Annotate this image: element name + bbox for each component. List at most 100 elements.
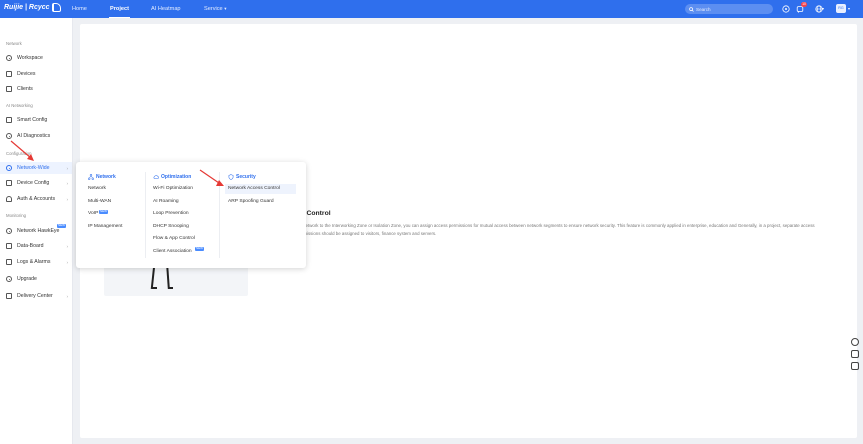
logs-alarms-icon [6, 259, 12, 265]
sidebar-item-logs-alarms[interactable]: Logs & Alarms › [0, 256, 72, 268]
edit-icon[interactable] [851, 350, 859, 358]
new-badge: NEW [57, 223, 66, 228]
menu-item-voip[interactable]: VoIP [88, 209, 98, 219]
sidebar-item-label: Device Config [17, 180, 50, 186]
sidebar-item-network-wide[interactable]: Network-Wide › [0, 162, 72, 174]
chevron-right-icon: › [66, 293, 69, 299]
sidebar-item-workspace[interactable]: Workspace [0, 52, 72, 64]
hawkeye-icon [6, 228, 12, 234]
sidebar-item-label: Devices [17, 71, 36, 77]
section-network: Network [6, 41, 22, 46]
document-icon[interactable] [851, 362, 859, 370]
user-avatar[interactable]: RG [836, 4, 846, 13]
sidebar-item-upgrade[interactable]: Upgrade [0, 273, 72, 285]
menu-item-dhcp-snooping[interactable]: DHCP Snooping [153, 222, 189, 232]
sidebar-item-label: Logs & Alarms [17, 259, 51, 265]
devices-icon [6, 71, 12, 77]
brand-logo[interactable]: Ruijie | Rcycc [4, 3, 61, 12]
illustration-figure [168, 287, 173, 289]
sidebar-item-label: Data-Board [17, 243, 44, 249]
nav-service-label: Service [204, 6, 223, 12]
sidebar-item-devices[interactable]: Devices [0, 68, 72, 80]
notification-count-badge: 10 [801, 2, 807, 7]
network-wide-icon [6, 165, 12, 171]
section-configuration: Configuration [6, 151, 32, 156]
menu-heading-label: Optimization [161, 174, 192, 180]
sidebar-item-ai-diagnostics[interactable]: AI Diagnostics [0, 130, 72, 142]
chat-icon[interactable] [851, 338, 859, 346]
network-wide-flyout-menu: Network Network Multi-WAN VoIP NEW IP Ma… [76, 162, 306, 268]
help-icon[interactable] [781, 4, 791, 14]
nav-ai-heatmap[interactable]: AI Heatmap [151, 0, 181, 18]
menu-item-flow-app-control[interactable]: Flow & App Control [153, 234, 195, 244]
upgrade-icon [6, 276, 12, 282]
sidebar-item-label: Clients [17, 86, 33, 92]
menu-heading-label: Security [236, 174, 256, 180]
nav-project[interactable]: Project [109, 0, 130, 18]
menu-column-divider [145, 172, 146, 258]
menu-item-network[interactable]: Network [88, 184, 106, 194]
menu-item-loop-prevention[interactable]: Loop Prevention [153, 209, 189, 219]
menu-item-multi-wan[interactable]: Multi-WAN [88, 197, 111, 207]
menu-item-network-access-control[interactable]: Network Access Control [225, 184, 296, 194]
global-search[interactable] [685, 4, 773, 14]
top-navigation-bar: Ruijie | Rcycc Home Project AI Heatmap S… [0, 0, 863, 18]
chevron-down-icon: ▾ [822, 6, 825, 11]
feature-description: ge network to the Interworking Zone or I… [297, 223, 815, 236]
sidebar-item-label: Workspace [17, 55, 43, 61]
clients-icon [6, 86, 12, 92]
chevron-right-icon: › [66, 196, 69, 202]
chevron-right-icon: › [66, 180, 69, 186]
cloud-icon [153, 175, 159, 179]
sidebar-item-label: Delivery Center [17, 293, 53, 299]
smart-config-icon [6, 117, 12, 123]
section-monitoring: Monitoring [6, 213, 27, 218]
menu-item-wifi-optimization[interactable]: Wi-Fi Optimization [153, 184, 193, 194]
device-config-icon [6, 180, 12, 186]
chevron-right-icon: › [66, 243, 69, 249]
sidebar-item-label: Network-Wide [17, 165, 50, 171]
chevron-down-icon[interactable]: ▾ [848, 6, 850, 11]
sidebar-item-clients[interactable]: Clients [0, 83, 72, 95]
menu-item-ip-management[interactable]: IP Management [88, 222, 122, 232]
logo-mark-icon [51, 3, 61, 12]
sidebar-item-data-board[interactable]: Data-Board › [0, 240, 72, 252]
sidebar-item-delivery-center[interactable]: Delivery Center › [0, 290, 72, 302]
sidebar-item-label: Smart Config [17, 117, 48, 123]
sidebar-item-label: Auth & Accounts [17, 196, 56, 202]
menu-item-arp-spoofing-guard[interactable]: ARP Spoofing Guard [228, 197, 274, 207]
new-badge: NEW [99, 209, 108, 214]
menu-heading-label: Network [96, 174, 116, 180]
language-selector[interactable]: ▾ [812, 4, 826, 14]
chevron-right-icon: › [66, 165, 69, 171]
menu-heading-network: Network [88, 174, 116, 180]
menu-item-client-association[interactable]: Client Association [153, 247, 192, 257]
nav-home[interactable]: Home [72, 0, 87, 18]
sidebar-item-smart-config[interactable]: Smart Config [0, 114, 72, 126]
delivery-center-icon [6, 293, 12, 299]
sidebar-item-label: Network HawkEye [17, 228, 60, 234]
search-input[interactable] [696, 6, 766, 12]
nav-service[interactable]: Service ▾ [204, 0, 226, 18]
network-topology-icon [88, 174, 94, 180]
shield-icon [228, 174, 234, 180]
search-icon [689, 6, 694, 12]
sidebar: Network Workspace Devices Clients AI Net… [0, 18, 73, 444]
ai-diagnostics-icon [6, 133, 12, 139]
menu-heading-optimization: Optimization [153, 174, 191, 180]
logo-text: Ruijie | Rcycc [4, 4, 50, 11]
sidebar-item-network-hawkeye[interactable]: Network HawkEye NEW [0, 223, 72, 237]
new-badge: NEW [195, 246, 204, 251]
sidebar-item-label: Upgrade [17, 276, 37, 282]
menu-item-label: VoIP [88, 211, 99, 216]
sidebar-item-auth-accounts[interactable]: Auth & Accounts › [0, 193, 72, 205]
menu-heading-security: Security [228, 174, 256, 180]
sidebar-item-label: AI Diagnostics [17, 133, 51, 139]
menu-item-ai-roaming[interactable]: AI Roaming [153, 197, 179, 207]
sidebar-item-device-config[interactable]: Device Config › [0, 177, 72, 189]
chevron-right-icon: › [66, 259, 69, 265]
menu-column-divider [219, 172, 220, 258]
workspace-icon [6, 55, 12, 61]
auth-accounts-icon [6, 196, 12, 202]
data-board-icon [6, 243, 12, 249]
